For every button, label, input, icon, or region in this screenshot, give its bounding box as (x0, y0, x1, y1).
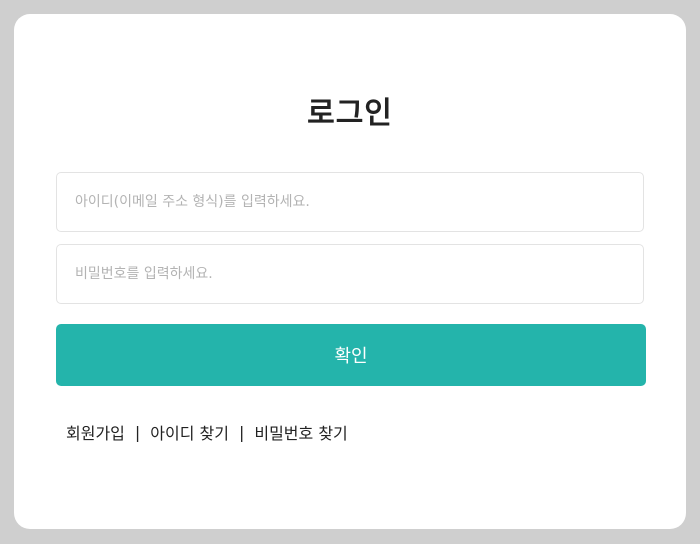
page-title: 로그인 (307, 96, 393, 131)
find-id-link[interactable]: 아이디 찾기 (150, 420, 229, 444)
id-input[interactable] (56, 172, 644, 232)
link-separator: | (238, 422, 245, 442)
submit-button[interactable]: 확인 (56, 324, 646, 386)
account-links: 회원가입 | 아이디 찾기 | 비밀번호 찾기 (66, 420, 348, 444)
link-separator: | (134, 422, 141, 442)
password-input[interactable] (56, 244, 644, 304)
find-password-link[interactable]: 비밀번호 찾기 (254, 420, 347, 444)
login-card: 로그인 확인 회원가입 | 아이디 찾기 | 비밀번호 찾기 (14, 14, 686, 529)
signup-link[interactable]: 회원가입 (66, 420, 125, 444)
